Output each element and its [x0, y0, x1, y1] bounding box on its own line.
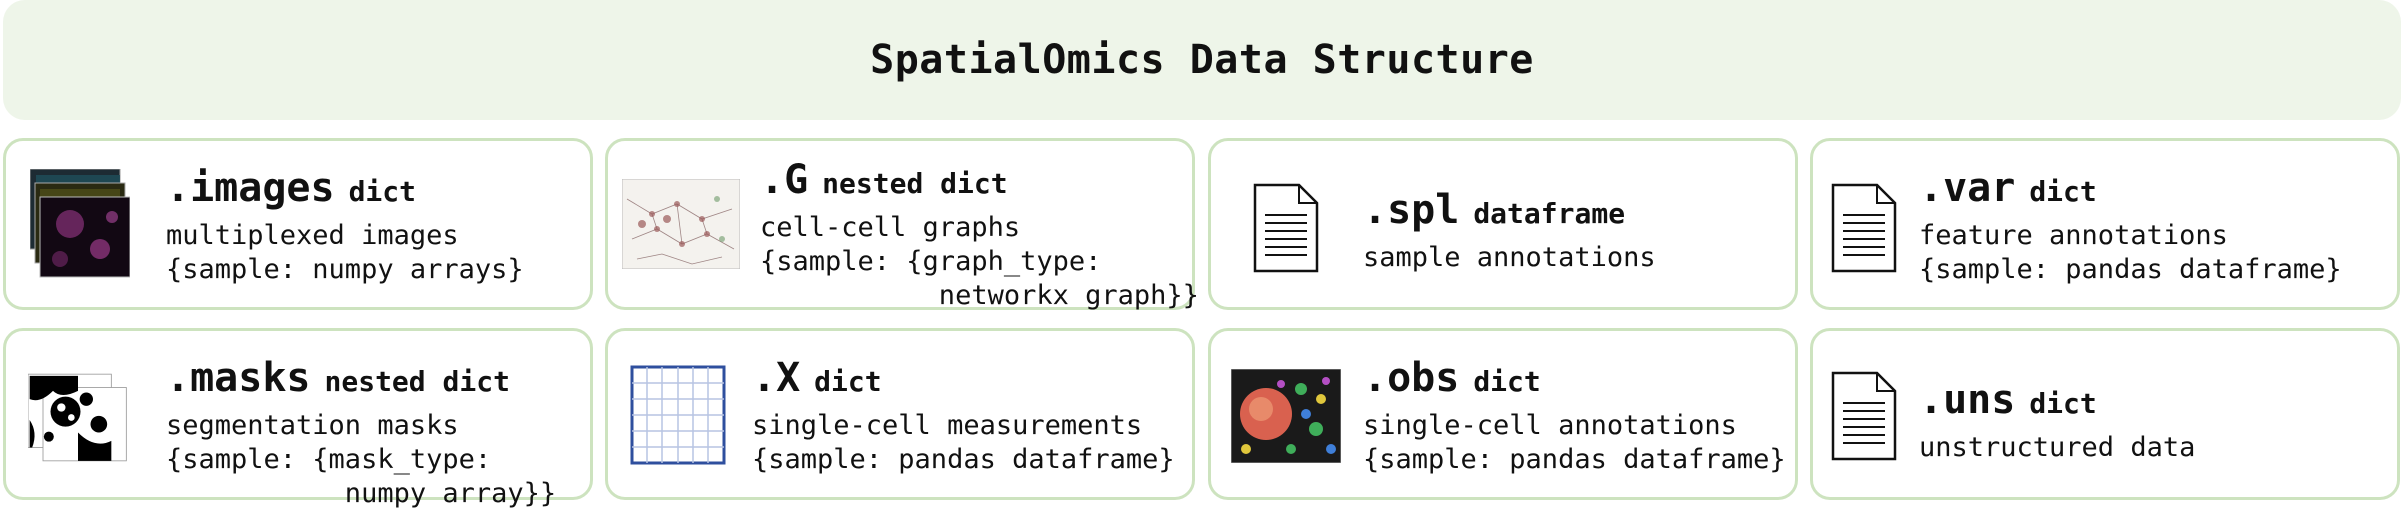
attr-signature: {sample: numpy arrays}: [166, 254, 524, 285]
page-title: SpatialOmics Data Structure: [870, 37, 1534, 83]
attr-description: feature annotations: [1919, 220, 2228, 251]
card-images: .images dict multiplexed images {sample: …: [3, 138, 593, 310]
stacked-masks-icon: [28, 373, 127, 462]
attr-description: single-cell annotations: [1363, 410, 1737, 441]
card-x-text: .X dict single-cell measurements {sample:…: [752, 355, 1175, 477]
card-obs-text: .obs dict single-cell annotations {sample…: [1363, 355, 1786, 477]
document-icon: [1831, 183, 1897, 273]
attr-description: cell-cell graphs: [760, 212, 1021, 243]
attr-type: dataframe: [1473, 197, 1626, 230]
attr-description: segmentation masks: [166, 410, 459, 441]
attr-name: .spl: [1363, 187, 1460, 233]
attr-signature: {sample: pandas dataframe}: [752, 444, 1175, 475]
attr-name: .images: [166, 165, 335, 211]
card-x: .X dict single-cell measurements {sample:…: [605, 328, 1195, 500]
card-uns-text: .uns dict unstructured data: [1919, 377, 2195, 465]
grid-table-icon: [630, 365, 726, 465]
attr-name: .X: [752, 355, 801, 401]
card-spl: .spl dataframe sample annotations: [1208, 138, 1798, 310]
card-graph: .G nested dict cell-cell graphs {sample: …: [605, 138, 1199, 311]
attr-type: dict: [2029, 387, 2097, 420]
attr-signature: {sample: {mask_type: numpy array}}: [166, 444, 557, 509]
colored-cells-image-icon: [1231, 369, 1341, 463]
attr-type: nested dict: [822, 167, 1008, 200]
card-graph-text: .G nested dict cell-cell graphs {sample: …: [760, 157, 1199, 313]
attr-description: unstructured data: [1919, 432, 2196, 463]
attr-description: single-cell measurements: [752, 410, 1143, 441]
graph-image-icon: [622, 179, 740, 269]
card-images-text: .images dict multiplexed images {sample: …: [166, 165, 524, 287]
card-var-text: .var dict feature annotations {sample: pa…: [1919, 165, 2342, 287]
attr-description: sample annotations: [1363, 242, 1656, 273]
attr-description: multiplexed images: [166, 220, 459, 251]
attr-type: dict: [348, 175, 417, 208]
attr-name: .G: [760, 157, 809, 203]
document-icon: [1253, 183, 1319, 273]
attr-signature: {sample: pandas dataframe}: [1919, 254, 2342, 285]
attr-name: .masks: [166, 355, 311, 401]
attr-name: .uns: [1919, 377, 2016, 423]
attr-type: dict: [814, 365, 882, 398]
document-icon: [1831, 371, 1897, 461]
attr-type: dict: [2029, 175, 2097, 208]
attr-name: .var: [1919, 165, 2016, 211]
attr-name: .obs: [1363, 355, 1460, 401]
card-obs: .obs dict single-cell annotations {sample…: [1208, 328, 1798, 500]
header-banner: SpatialOmics Data Structure: [3, 0, 2401, 120]
card-var: .var dict feature annotations {sample: pa…: [1810, 138, 2400, 310]
card-masks-text: .masks nested dict segmentation masks {sa…: [166, 355, 556, 511]
card-spl-text: .spl dataframe sample annotations: [1363, 187, 1656, 275]
card-uns: .uns dict unstructured data: [1810, 328, 2400, 500]
attr-type: nested dict: [324, 365, 510, 398]
attr-type: dict: [1473, 365, 1541, 398]
attr-signature: {sample: pandas dataframe}: [1363, 444, 1786, 475]
stacked-images-icon: [30, 169, 130, 278]
card-masks: .masks nested dict segmentation masks {sa…: [3, 328, 593, 509]
attr-signature: {sample: {graph_type: networkx graph}}: [760, 246, 1199, 311]
